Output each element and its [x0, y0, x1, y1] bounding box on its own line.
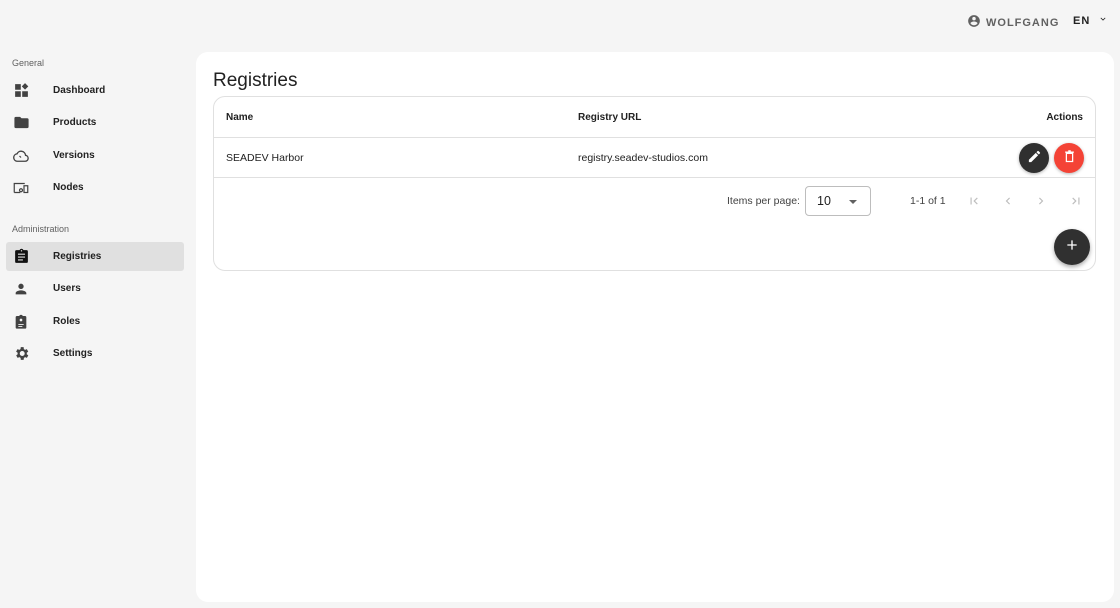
user-menu[interactable]: WOLFGANG: [967, 14, 1059, 31]
sidebar-item-roles[interactable]: Roles: [6, 307, 184, 336]
next-page-button[interactable]: [1029, 190, 1053, 214]
items-per-page-value: 10: [817, 194, 831, 208]
person-icon: [12, 280, 30, 298]
gear-icon: [12, 345, 30, 363]
sidebar-item-products[interactable]: Products: [6, 108, 184, 137]
registry-url: registry.seadev-studios.com: [578, 151, 708, 164]
edit-button[interactable]: [1019, 143, 1049, 173]
sidebar-item-versions[interactable]: Versions: [6, 141, 184, 170]
trash-icon: [1062, 149, 1077, 167]
last-page-icon: [1069, 194, 1083, 211]
page-title: Registries: [213, 70, 298, 91]
folder-icon: [12, 114, 30, 132]
items-per-page-label: Items per page:: [727, 195, 800, 207]
previous-page-button[interactable]: [996, 190, 1020, 214]
plus-icon: [1064, 237, 1080, 258]
dropdown-arrow-icon: [849, 200, 857, 204]
sidebar-item-label: Registries: [53, 251, 102, 262]
add-registry-button[interactable]: [1054, 229, 1090, 265]
sidebar-item-settings[interactable]: Settings: [6, 339, 184, 368]
first-page-button[interactable]: [962, 190, 986, 214]
sidebar-item-label: Nodes: [53, 182, 84, 193]
sidebar-item-label: Products: [53, 117, 97, 128]
user-name: WOLFGANG: [986, 16, 1060, 29]
sidebar-item-registries[interactable]: Registries: [6, 242, 184, 271]
sidebar-item-label: Settings: [53, 348, 93, 359]
column-header-url[interactable]: Registry URL: [578, 97, 641, 137]
registry-name: SEADEV Harbor: [226, 151, 304, 164]
top-bar: WOLFGANG EN: [0, 0, 1120, 44]
pencil-icon: [1027, 149, 1042, 167]
first-page-icon: [967, 194, 981, 211]
clipboard-icon: [12, 248, 30, 266]
sidebar-item-nodes[interactable]: Nodes: [6, 173, 184, 202]
last-page-button[interactable]: [1064, 190, 1088, 214]
section-label-administration: Administration: [12, 224, 70, 234]
chevron-down-icon: [1098, 14, 1108, 27]
language-selector[interactable]: EN: [1073, 14, 1108, 27]
cloud-icon: [12, 147, 30, 165]
sidebar-item-dashboard[interactable]: Dashboard: [6, 76, 184, 105]
delete-button[interactable]: [1054, 143, 1084, 173]
devices-icon: [12, 179, 30, 197]
registries-table: Name Registry URL Actions SEADEV Harbor …: [213, 96, 1096, 271]
column-header-name[interactable]: Name: [226, 97, 253, 137]
language-label: EN: [1073, 14, 1091, 27]
badge-icon: [12, 313, 30, 331]
section-label-general: General: [12, 58, 45, 68]
paginator: Items per page: 10 1-1 of 1: [214, 179, 1095, 225]
sidebar-item-label: Roles: [53, 316, 81, 327]
account-circle-icon: [967, 14, 981, 31]
dashboard-icon: [12, 82, 30, 100]
table-row[interactable]: SEADEV Harbor registry.seadev-studios.co…: [214, 138, 1095, 178]
items-per-page-select[interactable]: 10: [805, 186, 871, 216]
column-header-actions: Actions: [1046, 111, 1083, 123]
sidebar-item-label: Users: [53, 283, 81, 294]
table-header: Name Registry URL Actions: [214, 97, 1095, 138]
sidebar-item-label: Dashboard: [53, 85, 106, 96]
sidebar-item-users[interactable]: Users: [6, 274, 184, 303]
page-range-label: 1-1 of 1: [910, 195, 946, 207]
sidebar-item-label: Versions: [53, 150, 95, 161]
chevron-left-icon: [1001, 194, 1015, 211]
main-content: Registries Name Registry URL Actions SEA…: [196, 52, 1114, 602]
chevron-right-icon: [1034, 194, 1048, 211]
